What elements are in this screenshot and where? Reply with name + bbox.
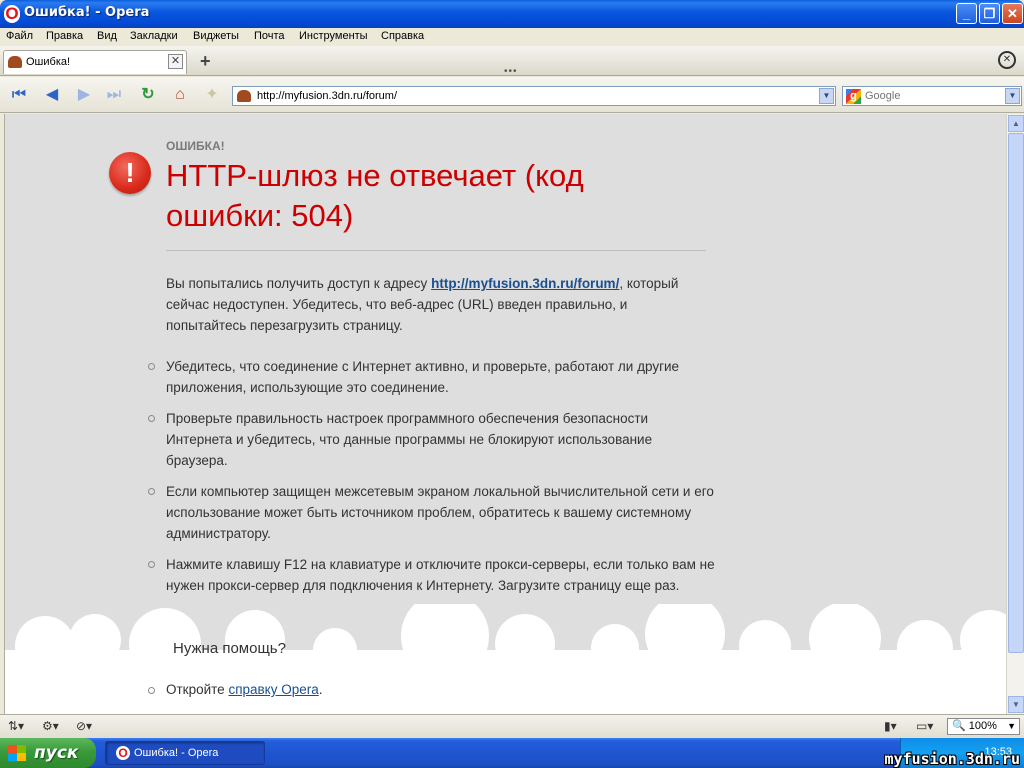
zoom-selector[interactable]: 🔍 100% ▼ [947, 718, 1020, 735]
error-exclamation-icon: ! [109, 152, 151, 194]
network-icon[interactable]: ⚙▾ [42, 719, 59, 733]
scroll-down-icon[interactable]: ▼ [1008, 696, 1024, 713]
error-label: ОШИБКА! [166, 139, 225, 153]
cloud-decoration [5, 604, 1006, 714]
back-icon[interactable]: ◀ [42, 85, 62, 105]
divider [166, 250, 706, 251]
drag-handle-icon[interactable]: ••• [504, 66, 518, 77]
address-favicon-icon [237, 90, 251, 102]
address-text[interactable]: http://myfusion.3dn.ru/forum/ [257, 90, 397, 102]
list-item: Если компьютер защищен межсетевым экрано… [146, 481, 716, 544]
zoom-dropdown-icon[interactable]: ▼ [1007, 719, 1016, 734]
error-title: HTTP-шлюз не отвечает (код ошибки: 504) [166, 158, 584, 233]
reload-icon[interactable]: ↻ [138, 85, 158, 105]
fast-forward-icon[interactable]: ⏭ [104, 85, 124, 105]
block-content-icon[interactable]: ⊘▾ [76, 719, 92, 733]
menu-widgets[interactable]: Виджеты [193, 30, 239, 42]
navigation-toolbar: ⏮ ◀ ▶ ⏭ ↻ ⌂ ✦ http://myfusion.3dn.ru/for… [0, 77, 1024, 113]
restore-button[interactable]: ❐ [979, 3, 1000, 24]
taskbar-task-opera[interactable]: O Ошибка! - Opera [105, 741, 265, 765]
menu-view[interactable]: Вид [97, 30, 117, 42]
menu-bookmarks[interactable]: Закладки [130, 30, 178, 42]
site-watermark: myfusion.3dn.ru [884, 750, 1020, 768]
menu-help[interactable]: Справка [381, 30, 424, 42]
task-label: Ошибка! - Opera [134, 747, 219, 759]
list-item: Нажмите клавишу F12 на клавиатуре и откл… [146, 554, 716, 596]
search-input[interactable] [865, 89, 1003, 103]
transfer-icon[interactable]: ⇅▾ [8, 719, 24, 733]
help-heading: Нужна помощь? [173, 640, 286, 657]
minimize-button[interactable]: _ [956, 3, 977, 24]
title-bar[interactable]: O Ошибка! - Opera _ ❐ ✕ [0, 0, 1024, 28]
forward-icon[interactable]: ▶ [74, 85, 94, 105]
opera-task-icon: O [116, 746, 130, 760]
opera-window: O Ошибка! - Opera _ ❐ ✕ Файл Правка Вид … [0, 0, 1024, 738]
address-bar[interactable]: http://myfusion.3dn.ru/forum/ ▼ [232, 86, 836, 106]
list-item: Проверьте правильность настроек программ… [146, 408, 716, 471]
search-box[interactable]: g ▼ [842, 86, 1022, 106]
windows-flag-icon [8, 745, 26, 761]
menu-bar: Файл Правка Вид Закладки Виджеты Почта И… [0, 28, 1024, 46]
zoom-value: 100% [968, 720, 997, 732]
help-text-after: . [318, 682, 323, 697]
home-icon[interactable]: ⌂ [170, 85, 190, 105]
close-button[interactable]: ✕ [1002, 3, 1023, 24]
error-description: Вы попытались получить доступ к адресу h… [166, 273, 711, 336]
menu-file[interactable]: Файл [6, 30, 33, 42]
start-label: пуск [34, 743, 79, 763]
window-title: Ошибка! - Opera [24, 5, 150, 20]
opera-logo-icon: O [4, 4, 20, 23]
scroll-up-icon[interactable]: ▲ [1008, 115, 1024, 132]
closed-tabs-icon[interactable]: ✕ [998, 51, 1016, 69]
panel-toggle-icon[interactable]: ▮▾ [884, 719, 897, 733]
description-text-before: Вы попытались получить доступ к адресу [166, 276, 432, 291]
site-favicon-icon [8, 56, 22, 68]
wand-icon[interactable]: ✦ [202, 85, 222, 105]
tab-error[interactable]: Ошибка! ✕ [3, 50, 187, 74]
menu-mail[interactable]: Почта [254, 30, 285, 42]
zoom-magnifier-icon: 🔍 [952, 720, 966, 732]
start-button[interactable]: пуск [0, 738, 96, 768]
menu-tools[interactable]: Инструменты [299, 30, 368, 42]
help-item: Откройте справку Opera. [146, 682, 323, 697]
vertical-scrollbar[interactable]: ▲ ▼ [1006, 114, 1024, 714]
status-bar: ⇅▾ ⚙▾ ⊘▾ ▮▾ ▭▾ 🔍 100% ▼ [0, 714, 1024, 738]
tab-close-icon[interactable]: ✕ [168, 54, 183, 69]
windows-taskbar: пуск O Ошибка! - Opera 13:53 [0, 738, 1024, 768]
scroll-thumb[interactable] [1008, 133, 1024, 653]
tab-bar: Ошибка! ✕ + ••• ✕ [0, 46, 1024, 77]
help-text-before: Откройте [166, 682, 229, 697]
menu-edit[interactable]: Правка [46, 30, 83, 42]
rewind-icon[interactable]: ⏮ [9, 85, 29, 105]
tab-label: Ошибка! [26, 56, 71, 68]
view-mode-icon[interactable]: ▭▾ [916, 719, 933, 733]
troubleshooting-list: Убедитесь, что соединение с Интернет акт… [146, 356, 716, 606]
opera-help-link[interactable]: справку Opera [228, 682, 318, 697]
new-tab-icon[interactable]: + [200, 51, 211, 72]
failed-url-link[interactable]: http://myfusion.3dn.ru/forum/ [431, 276, 619, 291]
search-dropdown-icon[interactable]: ▼ [1005, 88, 1020, 104]
address-dropdown-icon[interactable]: ▼ [819, 88, 834, 104]
page-content: ! ОШИБКА! HTTP-шлюз не отвечает (код оши… [4, 114, 1006, 714]
google-icon[interactable]: g [846, 89, 861, 104]
list-item: Убедитесь, что соединение с Интернет акт… [146, 356, 716, 398]
